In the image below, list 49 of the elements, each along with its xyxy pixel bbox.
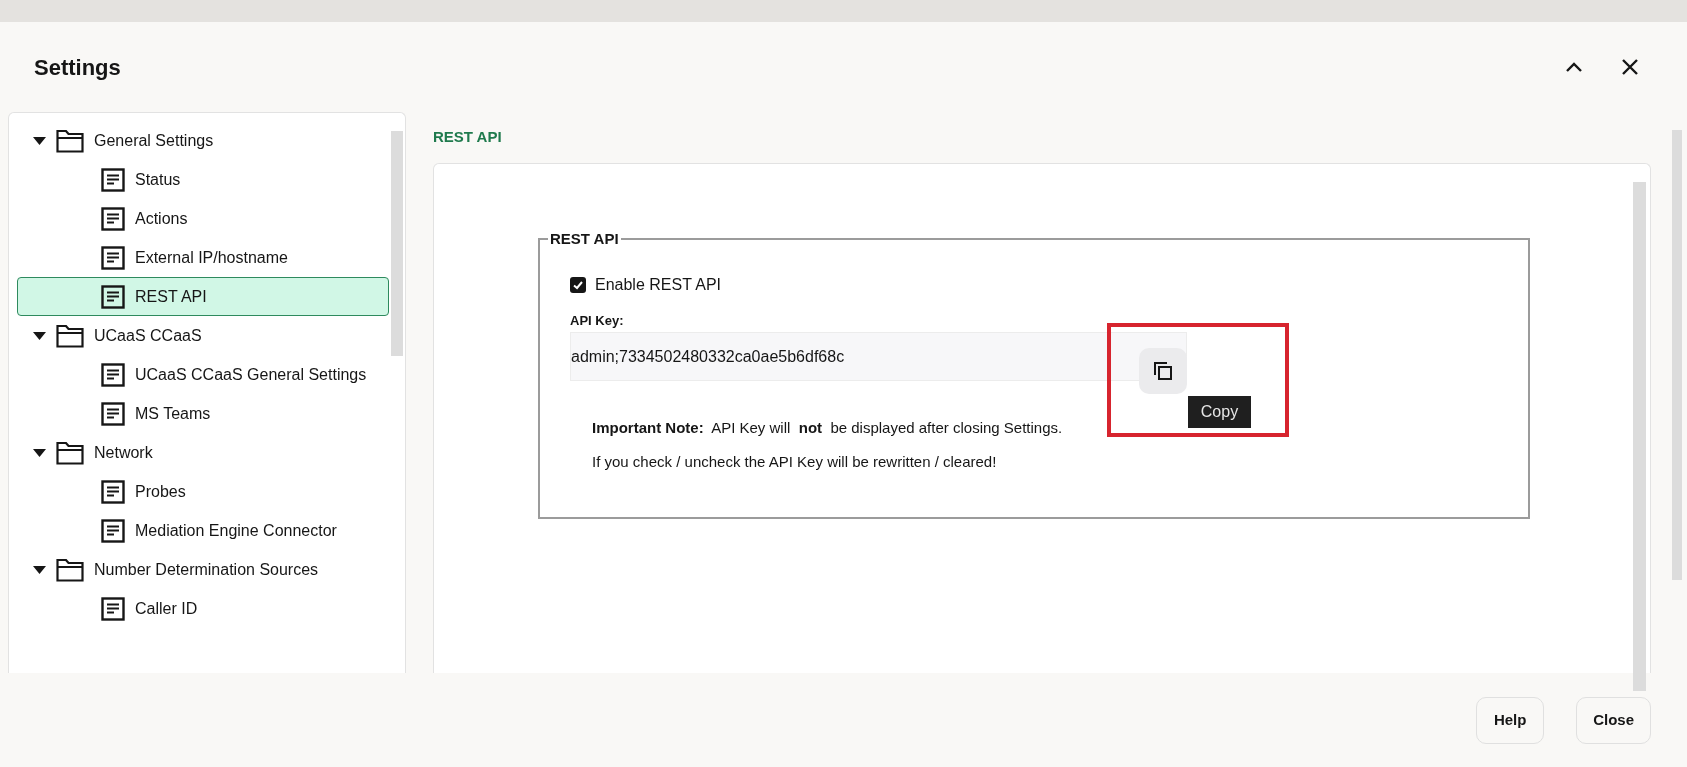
section-heading: REST API <box>433 127 503 148</box>
dialog-title: Settings <box>34 53 121 82</box>
footer-button[interactable]: Help <box>1476 696 1545 744</box>
tree-item[interactable]: Caller ID <box>17 589 389 628</box>
footer-button[interactable]: Close <box>1576 696 1651 744</box>
document-icon <box>101 245 125 270</box>
api-key-field[interactable]: admin;7334502480332ca0ae5b6df68c <box>570 332 1187 381</box>
tree-folder-item[interactable]: UCaaS CCaaS <box>17 316 389 355</box>
tree-folder-item[interactable]: Number Determination Sources <box>17 550 389 589</box>
document-icon <box>101 206 125 231</box>
document-icon <box>101 167 125 192</box>
scrollbar[interactable] <box>391 131 403 356</box>
note-text: Important Note: API Key will not be displayed after closing Settings. <box>592 418 1063 438</box>
document-icon <box>101 362 125 387</box>
tree-folder-item[interactable]: Network <box>17 433 389 472</box>
tree-item[interactable]: Probes <box>17 472 389 511</box>
field-label: API Key: <box>570 311 625 330</box>
chevron-up-icon <box>1565 61 1583 73</box>
copy-icon <box>1153 360 1173 381</box>
tree-folder-item[interactable]: General Settings <box>17 121 389 160</box>
caret-icon[interactable] <box>32 447 46 458</box>
copy-button[interactable] <box>1139 347 1187 394</box>
tree-item[interactable]: Mediation Engine Connector <box>17 511 389 550</box>
document-icon <box>101 284 125 309</box>
scrollbar[interactable] <box>1672 130 1682 580</box>
tree-item[interactable]: UCaaS CCaaS General Settings <box>17 355 389 394</box>
document-icon <box>101 479 125 504</box>
scrollbar[interactable] <box>1633 182 1646 691</box>
tree-item[interactable]: External IP/hostname <box>17 238 389 277</box>
tree-item[interactable]: MS Teams <box>17 394 389 433</box>
folder-icon <box>56 323 84 348</box>
document-icon <box>101 596 125 621</box>
folder-icon <box>56 440 84 465</box>
group-legend: REST API <box>548 228 621 251</box>
folder-icon <box>56 557 84 582</box>
note-text: If you check / uncheck the API Key will be rewritten / cleared! <box>592 451 997 472</box>
tree-item[interactable]: Actions <box>17 199 389 238</box>
close-icon <box>1621 58 1639 76</box>
caret-icon[interactable] <box>32 564 46 575</box>
document-icon <box>101 518 125 543</box>
enable-checkbox[interactable] <box>570 276 586 293</box>
caret-icon[interactable] <box>32 330 46 341</box>
caret-icon[interactable] <box>32 135 46 146</box>
checkbox-label: Enable REST API <box>595 274 721 295</box>
tree-item[interactable]: Status <box>17 160 389 199</box>
copy-tooltip: Copy <box>1188 395 1251 428</box>
folder-icon <box>56 128 84 153</box>
tree-item[interactable]: REST API <box>17 277 389 316</box>
document-icon <box>101 401 125 426</box>
